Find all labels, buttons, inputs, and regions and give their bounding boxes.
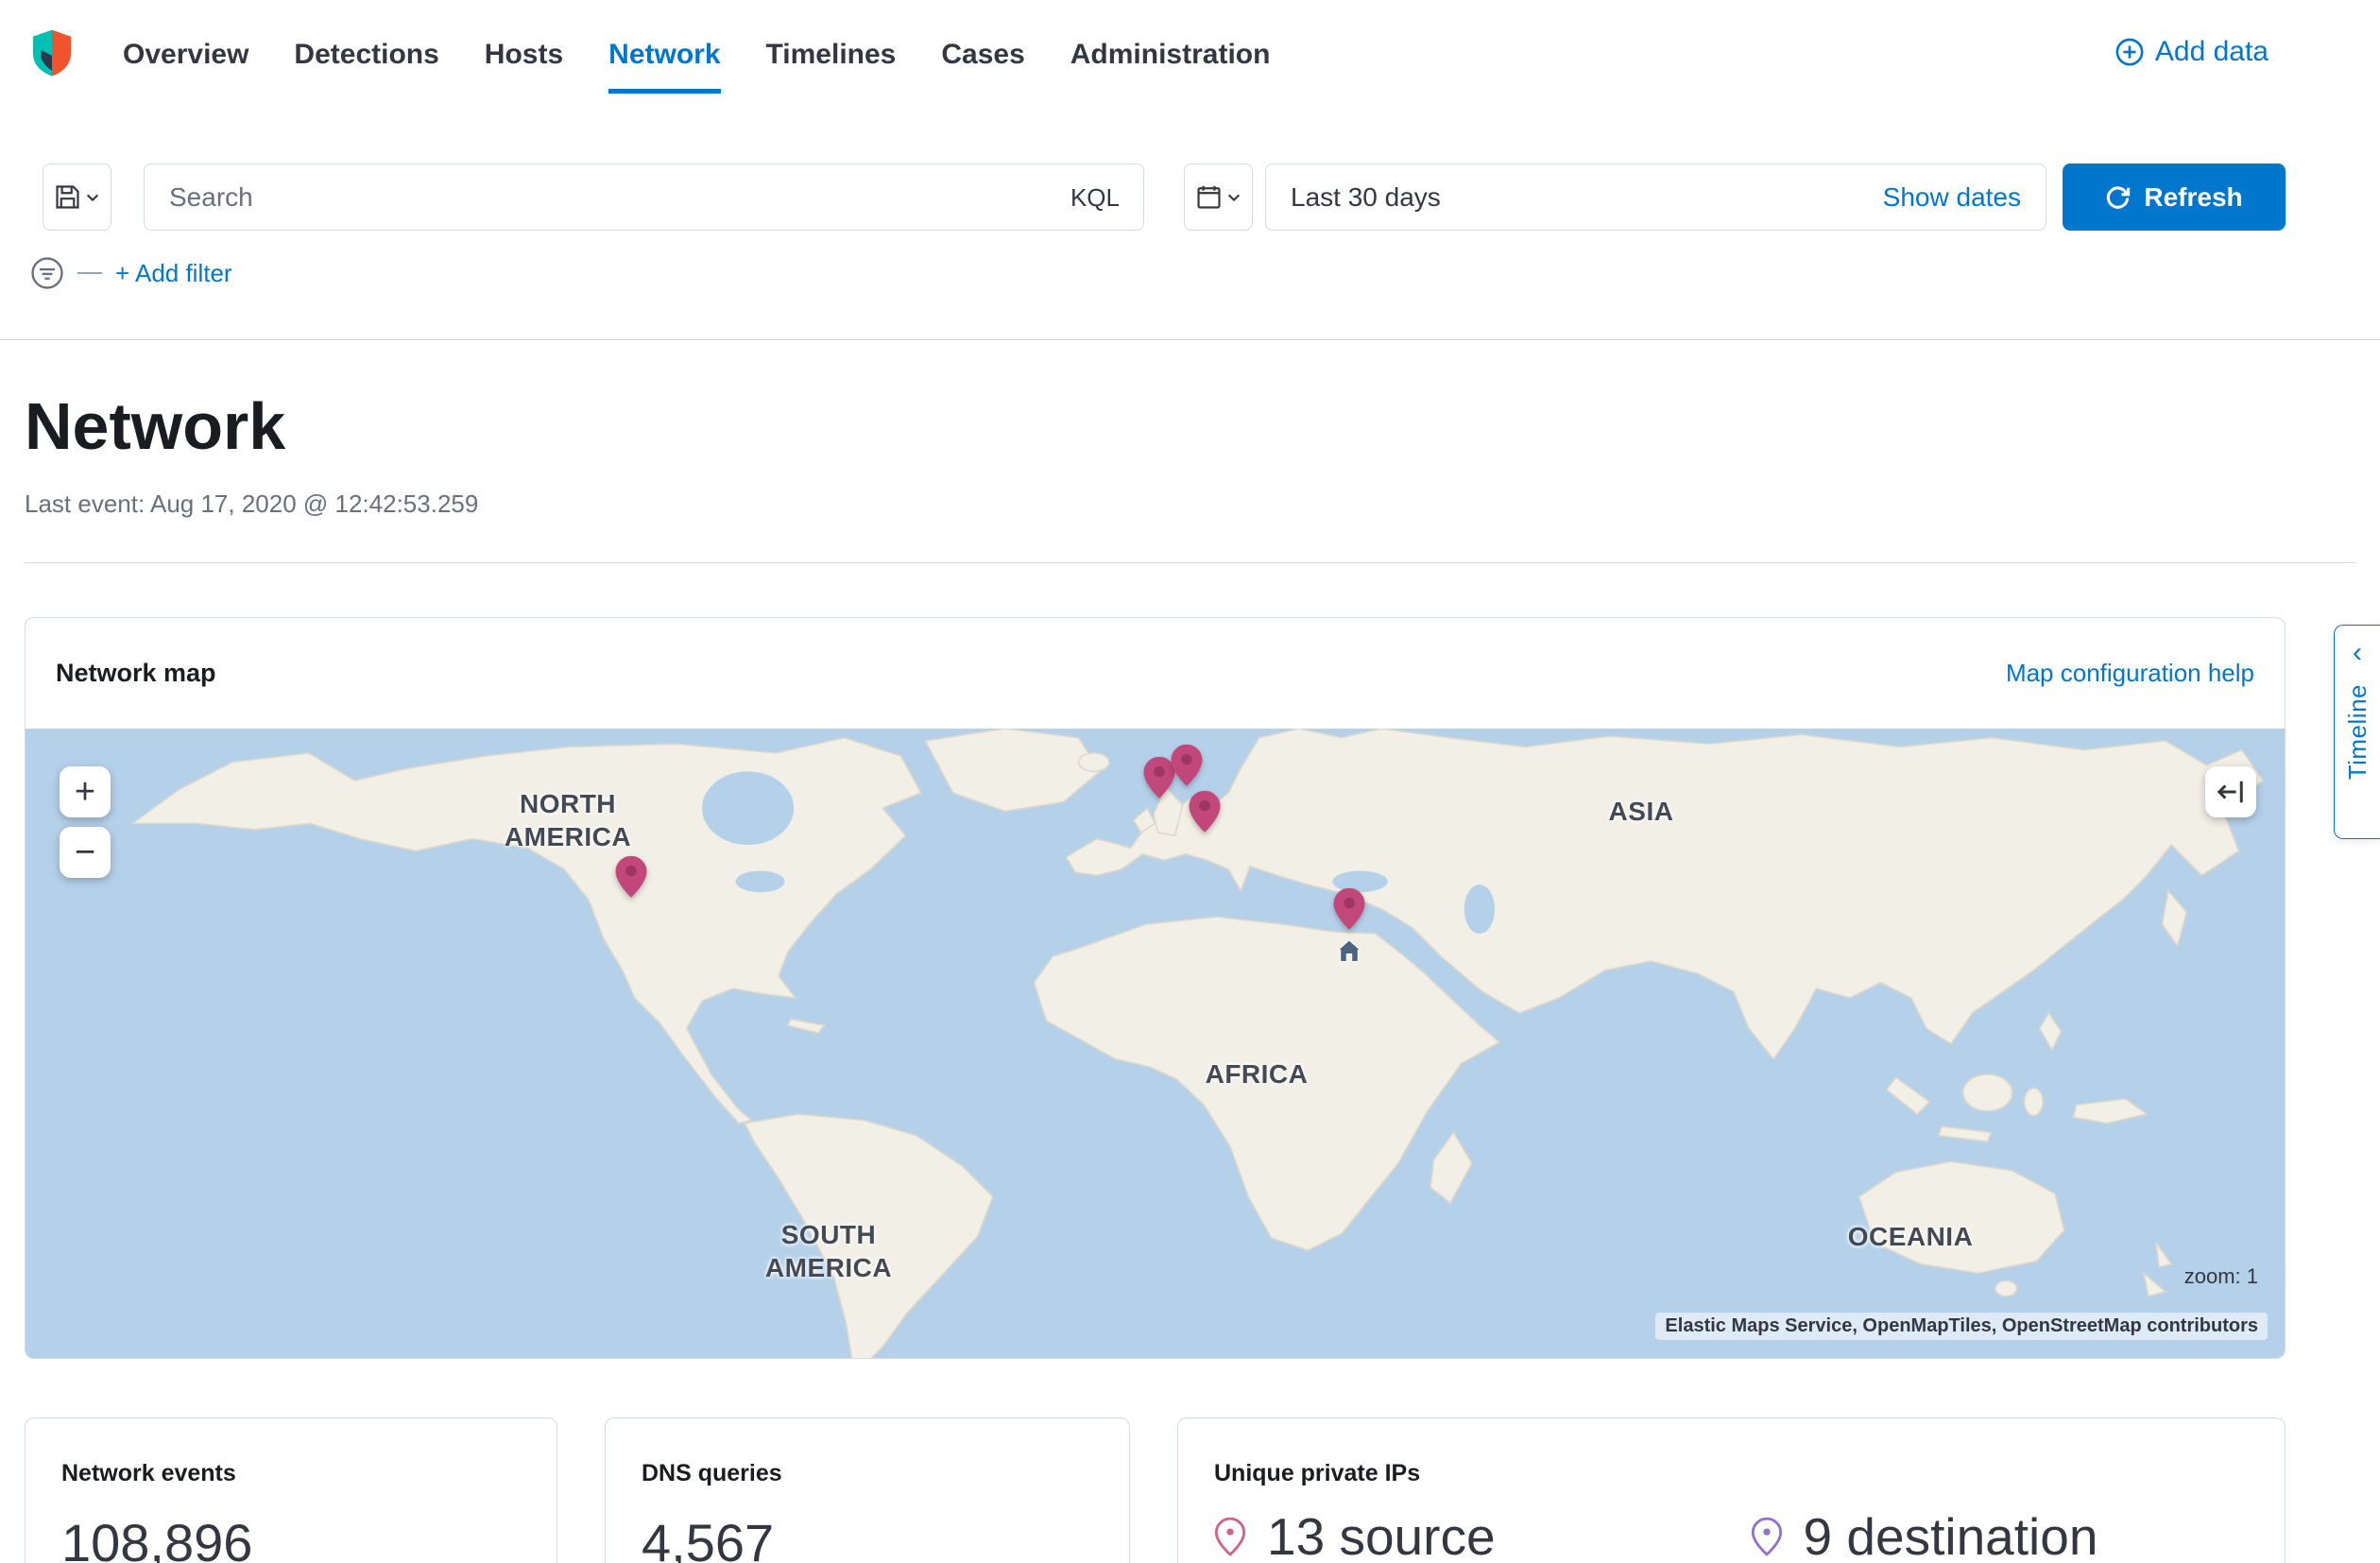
world-map[interactable]: NORTHAMERICA SOUTHAMERICA AFRICA ASIA OC… [26,729,2285,1359]
map-pin-icon[interactable] [1189,791,1221,837]
map-panel-header: Network map Map configuration help [26,618,2285,729]
refresh-icon [2105,184,2131,210]
security-shield-logo[interactable] [30,28,74,77]
nav-tab-timelines[interactable]: Timelines [766,38,897,94]
page-title: Network [25,389,285,463]
plus-circle-icon [2115,38,2144,66]
zoom-out-button[interactable]: − [60,827,111,878]
add-filter-button[interactable]: + Add filter [115,259,232,288]
map-pin-icon[interactable] [1171,744,1203,790]
nav-tab-overview[interactable]: Overview [123,38,248,94]
kql-language-button[interactable]: KQL [1070,183,1120,213]
map-pin-icon[interactable] [1333,888,1365,935]
network-map-panel: Network map Map configuration help [25,617,2286,1359]
map-panel-title: Network map [56,659,216,688]
map-pin-icon[interactable] [615,856,647,902]
content-divider [25,562,2355,563]
timeline-collapse-icon: ‹ [2353,639,2362,667]
dns-queries-title: DNS queries [642,1460,1093,1487]
unique-private-ips-title: Unique private IPs [1214,1460,2249,1487]
query-bar: KQL Last 30 days Show dates [43,163,2286,231]
nav-tab-hosts[interactable]: Hosts [485,38,563,94]
source-ips-group: 13 source [1214,1506,1496,1563]
map-zoom-controls: + − [60,766,111,878]
map-configuration-help-link[interactable]: Map configuration help [2006,659,2254,688]
add-data-button[interactable]: Add data [2115,36,2269,68]
filter-icon[interactable] [30,256,64,290]
unique-private-ips-card: Unique private IPs 13 source [1177,1417,2286,1563]
date-range-value[interactable]: Last 30 days [1291,182,1441,213]
date-picker-quick-menu-button[interactable] [1184,163,1253,231]
main-nav: Overview Detections Hosts Network Timeli… [0,0,2380,111]
network-events-value: 108,896 [61,1512,521,1563]
date-range-control[interactable]: Last 30 days Show dates [1265,163,2046,231]
collapse-legend-icon [2217,778,2245,806]
chevron-down-icon [85,190,100,205]
dns-queries-value: 4,567 [642,1512,1093,1563]
calendar-icon [1196,184,1222,210]
source-ips-value: 13 source [1267,1506,1496,1563]
zoom-level-label: zoom: 1 [2184,1264,2258,1289]
destination-ips-group: 9 destination [1751,1506,2098,1563]
refresh-button[interactable]: Refresh [2063,163,2286,231]
home-marker-icon[interactable] [1334,936,1364,971]
destination-pin-icon [1751,1517,1783,1556]
saved-query-menu-button[interactable] [43,163,111,231]
refresh-label: Refresh [2144,182,2242,213]
nav-tab-detections[interactable]: Detections [294,38,438,94]
map-legend-toggle-button[interactable] [2205,766,2256,817]
destination-ips-value: 9 destination [1804,1506,2098,1563]
source-pin-icon [1214,1517,1246,1556]
timeline-flyout-button[interactable]: ‹ Timeline [2334,625,2380,839]
filter-dash [77,272,102,274]
save-icon [55,184,80,210]
timeline-label: Timeline [2343,684,2372,780]
nav-tab-network[interactable]: Network [608,38,720,94]
stats-row: Network events 108,896 DNS queries 4,567… [25,1417,2286,1563]
chevron-down-icon [1226,190,1241,205]
zoom-in-button[interactable]: + [60,766,111,817]
filter-bar: + Add filter [30,252,232,294]
map-attribution[interactable]: Elastic Maps Service, OpenMapTiles, Open… [1655,1313,2268,1340]
network-events-card: Network events 108,896 [25,1417,557,1563]
world-map-canvas[interactable] [26,729,2285,1359]
show-dates-link[interactable]: Show dates [1883,182,2021,213]
app-header: Overview Detections Hosts Network Timeli… [0,0,2380,340]
add-data-label: Add data [2155,36,2269,68]
network-events-title: Network events [61,1460,521,1487]
nav-tab-administration[interactable]: Administration [1070,38,1271,94]
dns-queries-card: DNS queries 4,567 [605,1417,1130,1563]
last-event-timestamp: Last event: Aug 17, 2020 @ 12:42:53.259 [25,490,478,519]
search-field-wrap: KQL [144,163,1144,231]
nav-tab-cases[interactable]: Cases [941,38,1024,94]
search-input[interactable] [144,163,1144,231]
